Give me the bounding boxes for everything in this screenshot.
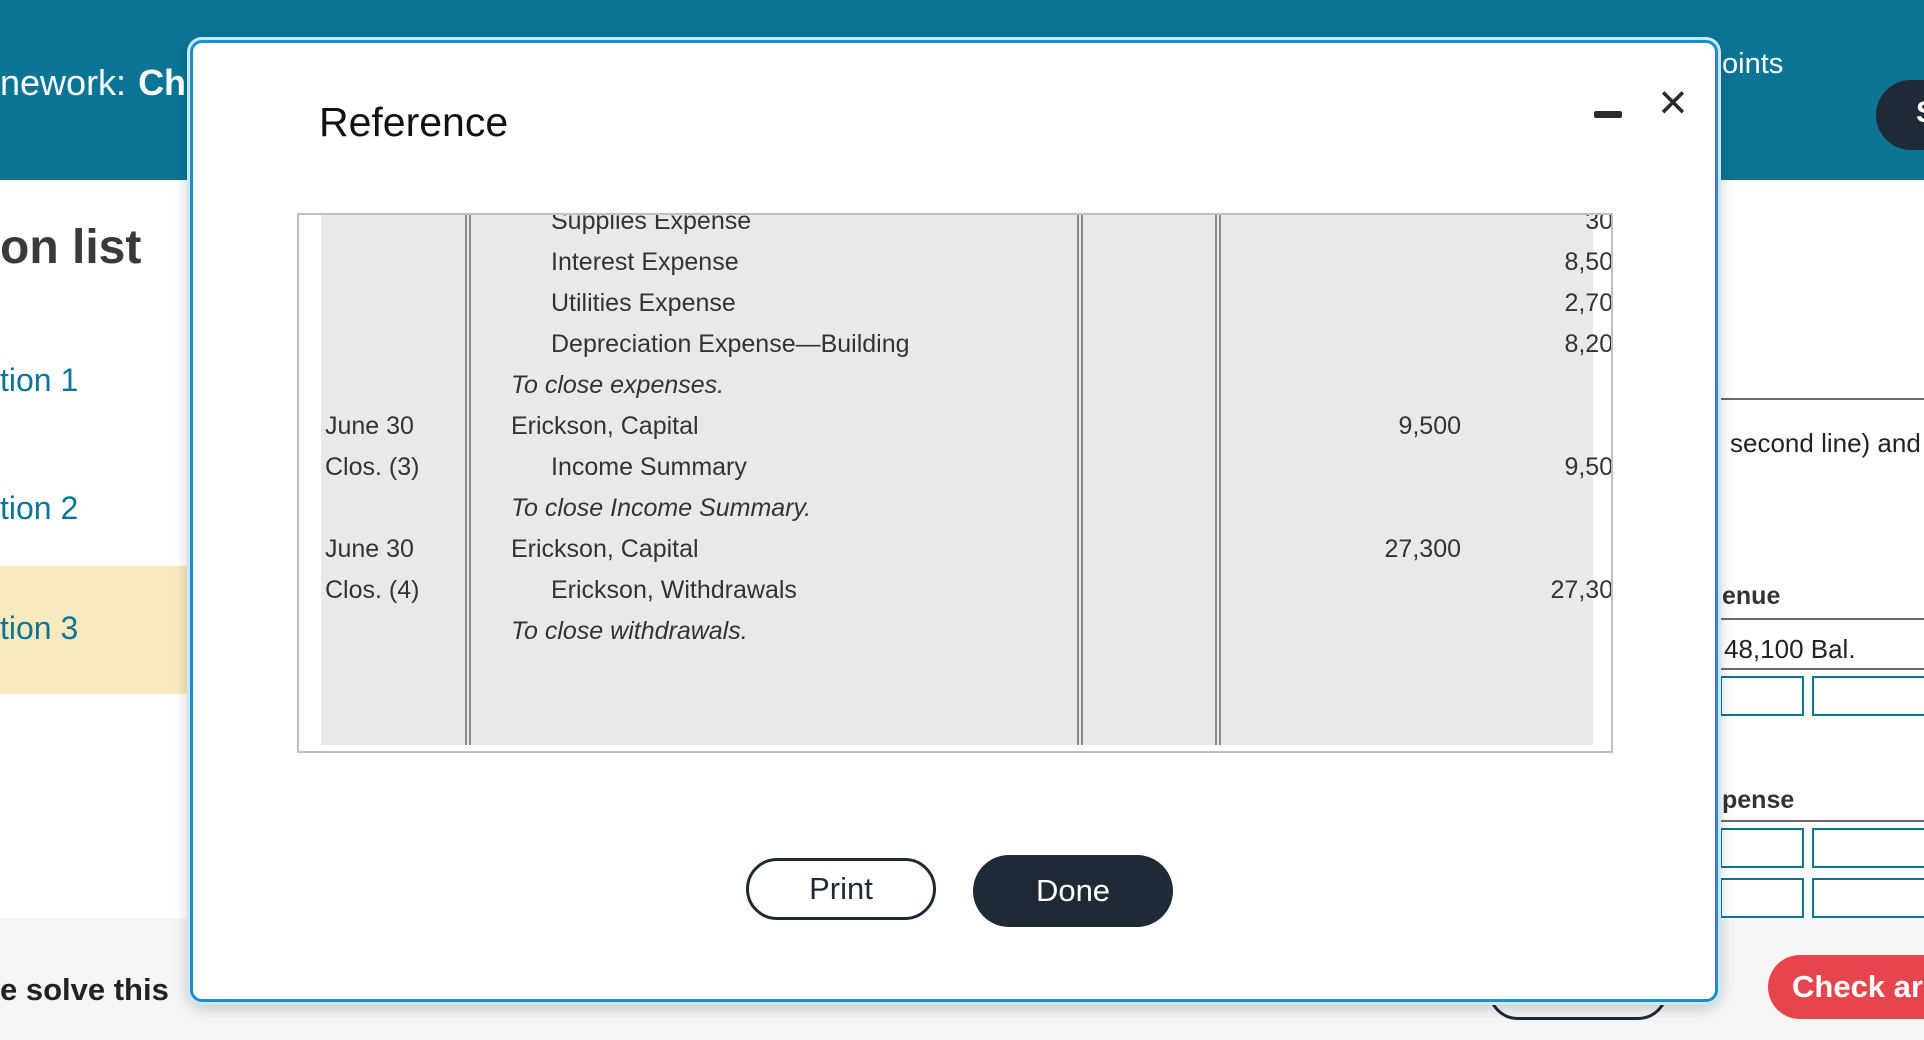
dialog-title: Reference [319,99,509,145]
account-name: Income Summary [551,453,747,481]
journal-row: To close withdrawals. [321,607,1593,657]
divider [1720,398,1924,400]
t-account-input[interactable] [1720,676,1804,716]
question-list-title: on list [0,221,142,274]
entry-date: Clos. (3) [325,453,420,481]
account-name: Utilities Expense [551,289,736,317]
debit-amount: 27,300 [1384,535,1461,563]
credit-amount: 27,300 [1550,576,1613,604]
entry-date: June 30 [325,535,414,563]
minimize-icon[interactable] [1588,93,1628,133]
homework-title: nework: Ch [0,62,186,104]
t-account-input[interactable] [1812,828,1924,868]
reference-dialog: Reference × Supplies Expense 300 Interest … [190,40,1718,1002]
journal-table: Supplies Expense 300 Interest Expense 8,500… [297,213,1613,753]
t-account-line [1720,820,1924,822]
question-item-3[interactable]: tion 3 [0,566,190,694]
t-account-line [1720,668,1924,670]
t-account-line [1720,618,1924,620]
homework-chapter: Ch [138,62,187,103]
t-account-balance: 48,100 Bal. [1724,634,1856,664]
t-account-input[interactable] [1812,676,1924,716]
account-name: Erickson, Withdrawals [551,576,797,604]
t-account-input[interactable] [1720,828,1804,868]
check-answer-button[interactable]: Check ar [1768,955,1924,1019]
entry-memo: To close Income Summary. [511,494,812,522]
account-name: Supplies Expense [551,213,752,235]
header-action-button[interactable]: S [1876,80,1924,150]
credit-amount: 300 [1585,213,1613,235]
credit-amount: 8,500 [1564,248,1613,276]
entry-date: Clos. (4) [325,576,420,604]
account-name: Erickson, Capital [511,412,699,440]
t-account-title: pense [1722,786,1795,814]
journal-table-body: Supplies Expense 300 Interest Expense 8,500… [321,213,1611,745]
entry-date: June 30 [325,412,414,440]
question-item-1[interactable]: tion 1 [0,318,190,446]
t-account-input[interactable] [1720,878,1804,918]
t-account-input[interactable] [1812,878,1924,918]
t-account-title: enue [1722,582,1781,610]
account-name: Erickson, Capital [511,535,699,563]
account-name: Depreciation Expense—Building [551,330,910,358]
points-label: oints [1722,48,1784,80]
credit-amount: 8,200 [1564,330,1613,358]
help-me-solve-text[interactable]: e solve this [0,972,169,1008]
credit-amount: 2,700 [1564,289,1613,317]
credit-amount: 9,500 [1564,453,1613,481]
done-button[interactable]: Done [973,855,1173,927]
question-item-2[interactable]: tion 2 [0,446,190,574]
print-button[interactable]: Print [746,858,936,920]
entry-memo: To close withdrawals. [511,617,748,645]
instruction-text: second line) and [1730,428,1921,458]
entry-memo: To close expenses. [511,371,725,399]
close-icon[interactable]: × [1648,77,1698,127]
homework-prefix: nework: [0,62,127,103]
account-name: Interest Expense [551,248,739,276]
debit-amount: 9,500 [1398,412,1461,440]
